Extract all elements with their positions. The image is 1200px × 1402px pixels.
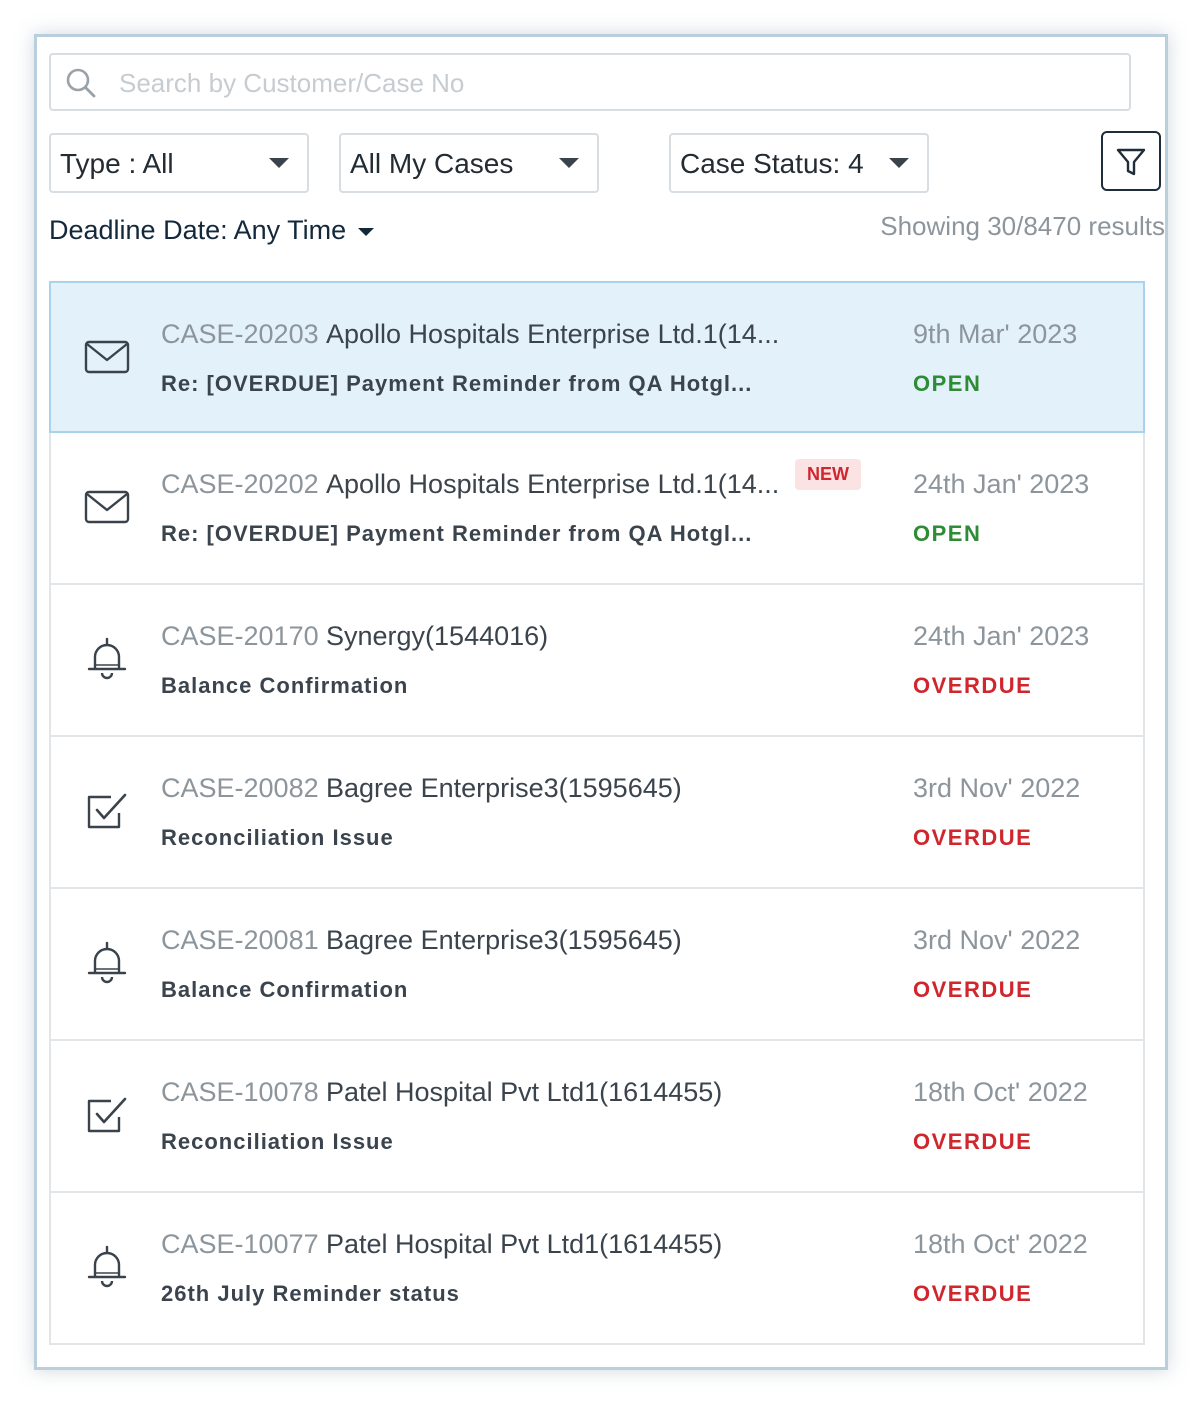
deadline-filter-label: Deadline Date: Any Time: [49, 215, 347, 245]
caret-down-icon: [358, 227, 375, 236]
status-label: OPEN: [913, 371, 982, 396]
cases-dropdown[interactable]: All My Cases: [339, 133, 599, 193]
deadline-date: 18th Oct' 2022: [913, 1077, 1088, 1107]
mail-icon: [83, 333, 131, 381]
status-label: OVERDUE: [913, 1129, 1033, 1154]
case-subject: Balance Confirmation: [161, 673, 409, 698]
case-number: CASE-20202: [161, 469, 319, 499]
status-label: OVERDUE: [913, 673, 1033, 698]
deadline-date: 24th Jan' 2023: [913, 469, 1090, 499]
status-label: OVERDUE: [913, 977, 1033, 1002]
search-input[interactable]: [117, 63, 1111, 103]
case-subject: Re: [OVERDUE] Payment Reminder from QA H…: [161, 371, 753, 396]
case-subject: Reconciliation Issue: [161, 1129, 394, 1154]
case-subject: Reconciliation Issue: [161, 825, 394, 850]
case-number: CASE-20081: [161, 925, 319, 955]
bell-icon: [83, 635, 131, 683]
checkbox-icon: [83, 787, 131, 835]
case-status-dropdown-label: Case Status: 4: [680, 148, 864, 179]
mail-icon: [83, 483, 131, 531]
customer-name: Bagree Enterprise3(1595645): [326, 773, 682, 803]
case-row[interactable]: CASE-20203 Apollo Hospitals Enterprise Lt…: [49, 281, 1145, 433]
case-number: CASE-20170: [161, 621, 319, 651]
type-dropdown[interactable]: Type : All: [49, 133, 309, 193]
customer-name: Apollo Hospitals Enterprise Ltd.1(14...: [326, 319, 780, 349]
case-row[interactable]: CASE-10078 Patel Hospital Pvt Ltd1(161445…: [49, 1041, 1145, 1193]
deadline-date: 18th Oct' 2022: [913, 1229, 1088, 1259]
filter-button[interactable]: [1101, 131, 1161, 191]
cases-dropdown-label: All My Cases: [350, 148, 514, 179]
case-number: CASE-20203: [161, 319, 319, 349]
deadline-date: 3rd Nov' 2022: [913, 925, 1081, 955]
deadline-date: 9th Mar' 2023: [913, 319, 1078, 349]
chevron-down-icon: [889, 158, 909, 168]
status-label: OVERDUE: [913, 825, 1033, 850]
cases-panel: Type : All All My Cases Case Status: 4 D…: [34, 34, 1168, 1370]
status-label: OPEN: [913, 521, 982, 546]
case-row[interactable]: CASE-10077 Patel Hospital Pvt Ltd1(161445…: [49, 1193, 1145, 1345]
case-row[interactable]: CASE-20082 Bagree Enterprise3(1595645) Rec…: [49, 737, 1145, 889]
customer-name: Patel Hospital Pvt Ltd1(1614455): [326, 1077, 723, 1107]
deadline-date: 24th Jan' 2023: [913, 621, 1090, 651]
status-label: OVERDUE: [913, 1281, 1033, 1306]
case-number: CASE-10077: [161, 1229, 319, 1259]
new-badge: NEW: [795, 459, 861, 490]
case-list: CASE-20203 Apollo Hospitals Enterprise Lt…: [49, 281, 1145, 1345]
search-box[interactable]: [49, 53, 1131, 111]
bell-icon: [83, 939, 131, 987]
case-subject: 26th July Reminder status: [161, 1281, 460, 1306]
case-subject: Re: [OVERDUE] Payment Reminder from QA H…: [161, 521, 753, 546]
deadline-date: 3rd Nov' 2022: [913, 773, 1081, 803]
chevron-down-icon: [269, 158, 289, 168]
customer-name: Patel Hospital Pvt Ltd1(1614455): [326, 1229, 723, 1259]
case-row[interactable]: CASE-20081 Bagree Enterprise3(1595645) Bal…: [49, 889, 1145, 1041]
filter-icon: [1116, 148, 1146, 176]
results-count: Showing 30/8470 results: [880, 211, 1165, 241]
chevron-down-icon: [559, 158, 579, 168]
case-number: CASE-10078: [161, 1077, 319, 1107]
customer-name: Bagree Enterprise3(1595645): [326, 925, 682, 955]
case-status-dropdown[interactable]: Case Status: 4: [669, 133, 929, 193]
case-row[interactable]: CASE-20170 Synergy(1544016) Balance Confir…: [49, 585, 1145, 737]
case-subject: Balance Confirmation: [161, 977, 409, 1002]
customer-name: Apollo Hospitals Enterprise Ltd.1(14...: [326, 469, 780, 499]
customer-name: Synergy(1544016): [326, 621, 549, 651]
bell-icon: [83, 1243, 131, 1291]
case-number: CASE-20082: [161, 773, 319, 803]
case-row[interactable]: CASE-20202 Apollo Hospitals Enterprise Lt…: [49, 433, 1145, 585]
checkbox-icon: [83, 1091, 131, 1139]
search-icon: [66, 68, 96, 98]
type-dropdown-label: Type : All: [60, 148, 174, 179]
deadline-filter[interactable]: Deadline Date: Any Time: [49, 215, 375, 246]
